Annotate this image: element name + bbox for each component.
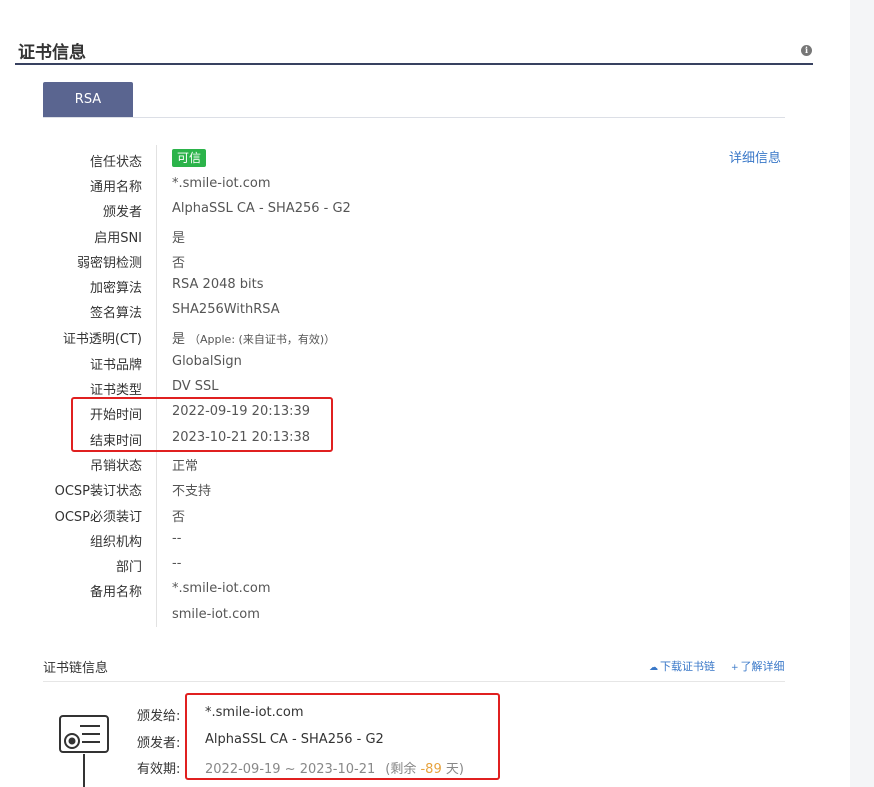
row-value-ct: 是（Apple: (来自证书，有效)） xyxy=(172,328,335,347)
info-icon[interactable]: i xyxy=(801,45,812,56)
row-label-brand: 证书品牌 xyxy=(89,358,142,373)
row-value-ocsp-must-staple: 否 xyxy=(172,510,186,525)
chain-issuer-label: 颁发者: xyxy=(137,736,181,751)
chain-divider xyxy=(43,681,785,682)
row-value-signature: SHA256WithRSA xyxy=(172,302,280,317)
trust-badge: 可信 xyxy=(172,149,207,167)
row-value-weak-key: 否 xyxy=(172,256,186,271)
detail-info-link[interactable]: 详细信息 xyxy=(729,147,781,166)
certificate-icon xyxy=(59,715,109,787)
row-label-signature: 签名算法 xyxy=(89,306,142,321)
row-value-brand: GlobalSign xyxy=(172,354,242,369)
row-label-ct: 证书透明(CT) xyxy=(62,332,142,347)
row-label-weak-key: 弱密钥检测 xyxy=(76,256,142,271)
row-label-common-name: 通用名称 xyxy=(89,180,142,195)
row-value-cert-type: DV SSL xyxy=(172,379,219,394)
label-value-divider xyxy=(156,145,157,627)
row-value-revocation: 正常 xyxy=(172,459,199,474)
row-label-encryption: 加密算法 xyxy=(89,281,142,296)
row-label-revocation: 吊销状态 xyxy=(89,459,142,474)
ct-note: （Apple: (来自证书，有效)） xyxy=(189,333,336,346)
learn-more-label: 了解详细 xyxy=(740,660,785,673)
page-title: 证书信息 xyxy=(18,43,86,63)
row-label-ocsp-must-staple: OCSP必须装订 xyxy=(54,510,142,525)
download-chain-button[interactable]: ☁ 下载证书链 xyxy=(649,658,715,674)
tab-divider xyxy=(43,117,785,118)
row-label-cert-type: 证书类型 xyxy=(89,383,142,398)
row-label-alt-names: 备用名称 xyxy=(89,585,142,600)
plus-icon: + xyxy=(731,663,739,673)
row-label-ocsp-stapling: OCSP装订状态 xyxy=(54,484,142,499)
learn-more-button[interactable]: + 了解详细 xyxy=(731,658,785,674)
header-divider xyxy=(15,63,813,65)
row-value-encryption: RSA 2048 bits xyxy=(172,277,264,292)
row-value-trust-status: 可信 xyxy=(172,149,207,167)
row-value-sni: 是 xyxy=(172,231,186,246)
highlight-box-chain-info xyxy=(185,693,500,780)
download-chain-label: 下载证书链 xyxy=(660,660,715,673)
right-scroll-strip xyxy=(850,0,874,787)
row-label-sni: 启用SNI xyxy=(94,231,142,246)
issued-to-label: 颁发给: xyxy=(137,709,181,724)
row-label-department: 部门 xyxy=(115,560,142,575)
row-label-issuer: 颁发者 xyxy=(102,205,142,220)
row-value-department: -- xyxy=(172,556,182,571)
row-value-alt-name-1: *.smile-iot.com xyxy=(172,581,271,596)
row-value-alt-name-2: smile-iot.com xyxy=(172,607,260,622)
tab-rsa[interactable]: RSA xyxy=(43,82,133,118)
row-label-organization: 组织机构 xyxy=(89,535,142,550)
chain-section-title: 证书链信息 xyxy=(43,661,109,676)
row-value-organization: -- xyxy=(172,531,182,546)
ct-value: 是 xyxy=(172,332,186,347)
highlight-box-validity-times xyxy=(71,397,333,452)
row-value-issuer: AlphaSSL CA - SHA256 - G2 xyxy=(172,201,351,216)
row-value-ocsp-stapling: 不支持 xyxy=(172,484,212,499)
validity-label: 有效期: xyxy=(137,762,181,777)
row-value-common-name: *.smile-iot.com xyxy=(172,176,271,191)
row-label-trust-status: 信任状态 xyxy=(89,155,142,170)
download-icon: ☁ xyxy=(649,663,658,673)
